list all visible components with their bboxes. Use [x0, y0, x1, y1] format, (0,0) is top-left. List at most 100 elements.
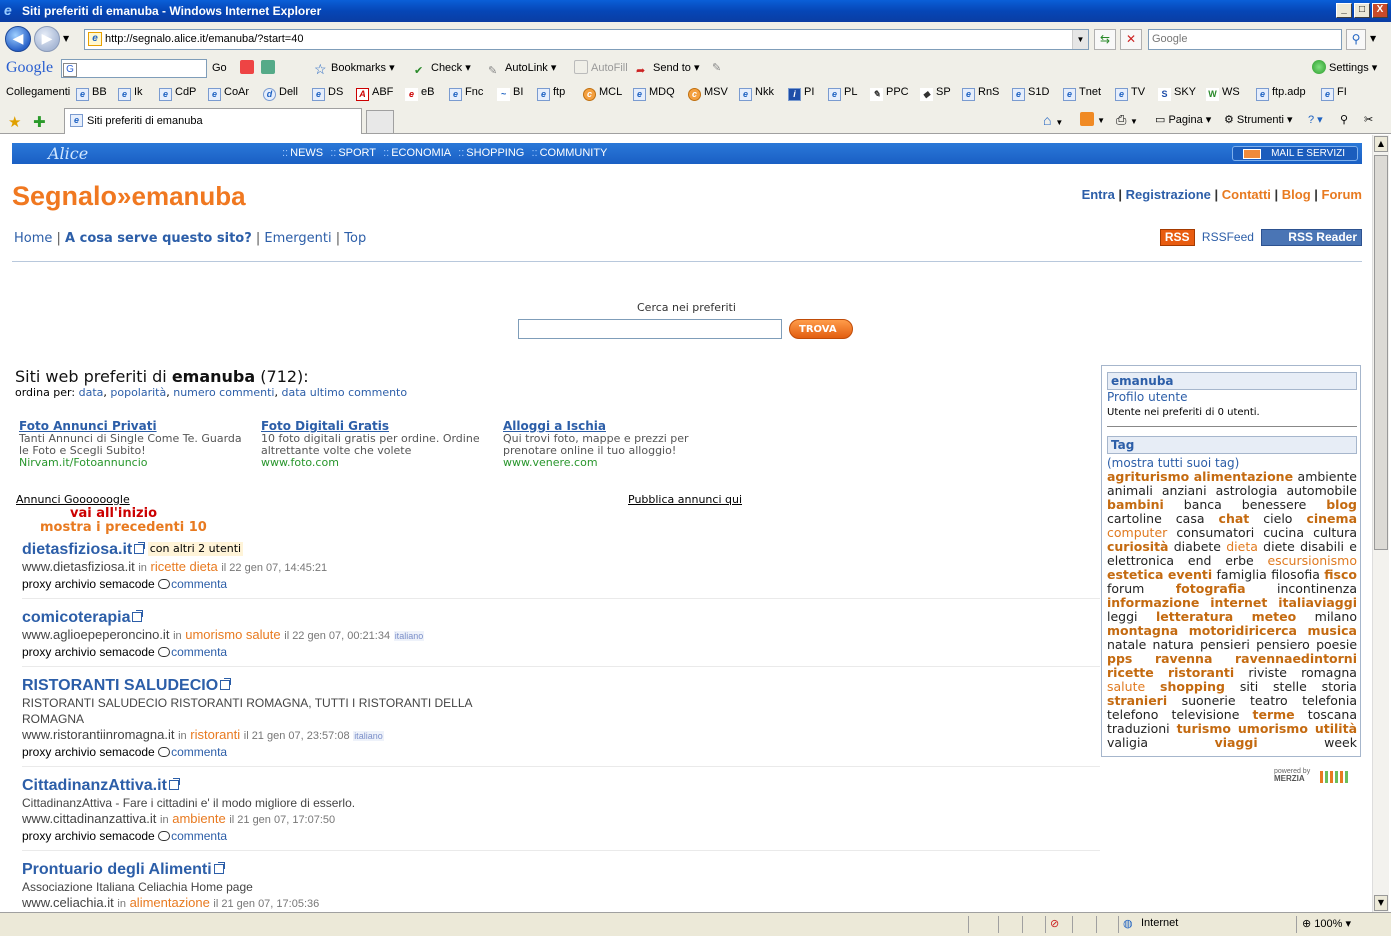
link-item[interactable]: ✎ PPC: [870, 84, 909, 101]
tag-link[interactable]: anziani: [1162, 483, 1207, 498]
history-dropdown-icon[interactable]: ▼: [63, 34, 69, 43]
tag-link[interactable]: end: [1188, 553, 1212, 568]
entry-actions[interactable]: proxy archivio semacode commenta: [22, 644, 1100, 660]
external-link-icon[interactable]: [220, 678, 232, 690]
external-link-icon[interactable]: [134, 542, 146, 554]
tag-link[interactable]: pensieri: [1200, 637, 1250, 652]
tag-link[interactable]: cinema: [1306, 511, 1357, 526]
tag-link[interactable]: ricette: [1107, 665, 1154, 680]
comment-link[interactable]: commenta: [171, 745, 227, 759]
tag-link[interactable]: chat: [1219, 511, 1250, 526]
address-dropdown-icon[interactable]: ▼: [1072, 30, 1088, 49]
tag-link[interactable]: pensiero: [1256, 637, 1310, 652]
back-button[interactable]: ◀: [5, 26, 31, 52]
tag-link[interactable]: computer: [1107, 525, 1167, 540]
link-item[interactable]: e BB: [76, 84, 107, 101]
link-item[interactable]: e MDQ: [633, 84, 675, 101]
autofill-button[interactable]: AutoFill: [574, 59, 628, 77]
comment-link[interactable]: commenta: [171, 645, 227, 659]
link-item[interactable]: e CdP: [159, 84, 196, 101]
tag-link[interactable]: utilità: [1315, 721, 1357, 736]
tag-link[interactable]: traduzioni: [1107, 721, 1170, 736]
add-favorite-icon[interactable]: ✚: [33, 113, 46, 131]
zoom-control[interactable]: ⊕ 100% ▾: [1302, 917, 1351, 930]
tag-link[interactable]: ambiente: [1298, 469, 1357, 484]
tag-link[interactable]: consumatori: [1176, 525, 1254, 540]
segnalo-logo[interactable]: Segnalo»emanuba: [12, 181, 246, 212]
tag-link[interactable]: eventi: [1168, 567, 1212, 582]
tag-link[interactable]: motoridiricerca: [1189, 623, 1297, 638]
tag-link[interactable]: leggi: [1107, 609, 1138, 624]
nav-economia[interactable]: ECONOMIA: [391, 147, 451, 159]
tag-link[interactable]: milano: [1315, 609, 1357, 624]
tag-link[interactable]: incontinenza: [1277, 581, 1357, 596]
entry-tags[interactable]: umorismo salute: [185, 627, 280, 642]
tag-link[interactable]: bambini: [1107, 497, 1164, 512]
tag-link[interactable]: musica: [1307, 623, 1357, 638]
entry-title[interactable]: RISTORANTI SALUDECIO: [22, 677, 218, 694]
link-item[interactable]: e Ik: [118, 84, 143, 101]
link-item[interactable]: c MSV: [688, 84, 728, 101]
favorites-search-input[interactable]: [518, 319, 782, 339]
new-tab-button[interactable]: [366, 110, 394, 134]
tag-link[interactable]: estetica: [1107, 567, 1163, 582]
tag-link[interactable]: erbe: [1225, 553, 1253, 568]
external-link-icon[interactable]: [168, 778, 180, 790]
link-item[interactable]: e PL: [828, 84, 857, 101]
tag-link[interactable]: diabete: [1174, 539, 1221, 554]
link-item[interactable]: e eB: [405, 84, 434, 101]
entry-title[interactable]: dietasfiziosa.it: [22, 541, 132, 558]
link-item[interactable]: ◆ SP: [920, 84, 951, 101]
link-blog[interactable]: Blog: [1282, 187, 1311, 202]
link-item[interactable]: W WS: [1206, 84, 1240, 101]
tag-link[interactable]: astrologia: [1216, 483, 1278, 498]
show-previous-link[interactable]: mostra i precedenti 10: [40, 520, 207, 535]
nav-emergenti[interactable]: Emergenti: [264, 231, 331, 246]
address-bar[interactable]: e http://segnalo.alice.it/emanuba/?start…: [84, 29, 1089, 50]
pencil-icon[interactable]: ✎: [712, 59, 721, 77]
link-registrazione[interactable]: Registrazione: [1126, 187, 1211, 202]
refresh-button[interactable]: ⇆: [1094, 29, 1116, 50]
link-item[interactable]: i PI: [788, 84, 814, 101]
entry-tags[interactable]: ricette dieta: [151, 559, 218, 574]
link-item[interactable]: d Dell: [263, 84, 298, 101]
show-all-tags-link[interactable]: (mostra tutti suoi tag): [1107, 456, 1239, 470]
link-item[interactable]: e S1D: [1012, 84, 1049, 101]
tag-link[interactable]: cartoline: [1107, 511, 1162, 526]
tag-link[interactable]: blog: [1326, 497, 1357, 512]
tag-link[interactable]: riviste: [1248, 665, 1287, 680]
link-item[interactable]: ~ BI: [497, 84, 523, 101]
home-icon[interactable]: ⌂ ▼: [1043, 112, 1063, 131]
ad-url[interactable]: www.foto.com: [261, 457, 496, 469]
link-item[interactable]: e ftp: [537, 84, 565, 101]
page-menu[interactable]: ▭ Pagina ▾: [1155, 112, 1211, 128]
tag-link[interactable]: teatro: [1250, 693, 1288, 708]
link-item[interactable]: S SKY: [1158, 84, 1196, 101]
comment-link[interactable]: commenta: [171, 577, 227, 591]
protected-mode-icon[interactable]: ⊘: [1050, 917, 1059, 930]
link-item[interactable]: e Tnet: [1063, 84, 1101, 101]
ad-title[interactable]: Alloggi a Ischia: [503, 419, 703, 433]
tag-link[interactable]: ravennaedintorni: [1235, 651, 1357, 666]
link-item[interactable]: e DS: [312, 84, 343, 101]
powered-by-merzia[interactable]: powered by MERZIA: [1274, 768, 1350, 783]
link-item[interactable]: e CoAr: [208, 84, 249, 101]
tag-link[interactable]: cielo: [1263, 511, 1292, 526]
tag-link[interactable]: disabili: [1300, 539, 1344, 554]
tag-link[interactable]: letteratura: [1156, 609, 1233, 624]
trova-button[interactable]: TROVA: [789, 319, 853, 339]
research-icon[interactable]: ⚲: [1340, 112, 1348, 128]
tag-link[interactable]: ristoranti: [1168, 665, 1234, 680]
link-contatti[interactable]: Contatti: [1222, 187, 1271, 202]
extra-icon[interactable]: ✂: [1364, 112, 1373, 128]
entry-actions[interactable]: proxy archivio semacode commenta: [22, 576, 1100, 592]
tag-link[interactable]: televisione: [1172, 707, 1240, 722]
scroll-up-icon[interactable]: ▲: [1374, 136, 1388, 152]
settings-menu[interactable]: Settings ▾: [1312, 59, 1377, 77]
tag-link[interactable]: shopping: [1160, 679, 1225, 694]
tag-link[interactable]: informazione: [1107, 595, 1199, 610]
tag-link[interactable]: animali: [1107, 483, 1153, 498]
feeds-icon[interactable]: ▼: [1080, 112, 1105, 129]
tag-link[interactable]: turismo: [1177, 721, 1231, 736]
entry-tags[interactable]: ambiente: [172, 811, 225, 826]
